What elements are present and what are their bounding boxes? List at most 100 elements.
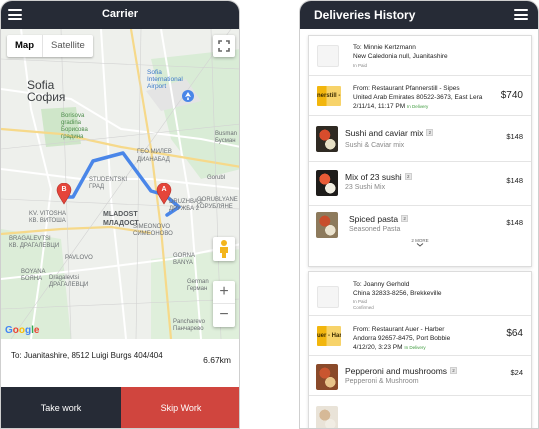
food-image (316, 406, 338, 428)
map-label-german: German Герман (187, 279, 209, 292)
item-quantity: 2 (401, 215, 409, 222)
payment-status: In Paid (353, 63, 368, 68)
item-quantity: 2 (426, 129, 434, 136)
restaurant-name: From: Restaurant Pfannerstill - Sipes (353, 85, 460, 92)
airport-icon (182, 90, 194, 102)
item-name: Spiced pasta (349, 214, 399, 224)
map-type-switcher: Map Satellite (7, 35, 93, 57)
item-price: $148 (506, 132, 523, 141)
food-image (316, 364, 338, 390)
distance-value: 6.67km (203, 355, 231, 365)
item-price: $148 (506, 218, 523, 227)
map-type-satellite[interactable]: Satellite (43, 35, 93, 57)
customer-name: To: Joanny Gerhold (353, 281, 410, 288)
delivery-status: In Delivery (406, 104, 429, 109)
zoom-control: + − (213, 281, 235, 327)
restaurant-address: United Arab Emirates 80522-3673, East Le… (353, 94, 483, 101)
map-label-studentski: STUDENTSKI ГРАД (89, 177, 128, 190)
order-total: $740 (500, 90, 523, 101)
delivery-datetime: 2/11/14, 11:17 PM In Delivery (353, 103, 428, 110)
zoom-in-button[interactable]: + (213, 281, 235, 304)
order-item: Spiced pasta 2 Seasoned Pasta $148 2 MORE (309, 206, 531, 248)
item-name: Sushi and caviar mix (345, 128, 424, 138)
delivery-restaurant-row: uer - Harb From: Restaurant Auer - Harbe… (309, 316, 531, 356)
delivery-customer-row: To: Minnie Kertzmann New Caledonia null,… (309, 36, 531, 76)
item-description: Sushi & Caviar mix (345, 142, 405, 149)
item-name-line: Spiced pasta 2 (349, 214, 409, 224)
item-quantity: 2 (404, 173, 412, 180)
item-price: $24 (510, 368, 523, 377)
restaurant-logo: nerstill - S (317, 86, 341, 106)
map-label-simeonovo: SIMEONOVO СИМЕОНОВО (133, 224, 173, 237)
map-label-gorublyane: GORUBLYANE ГОРУБЛЯНЕ (197, 197, 238, 210)
zoom-out-button[interactable]: − (213, 304, 235, 327)
destination-panel: To: Juanitashire, 8512 Luigi Burgs 404/4… (1, 339, 239, 387)
skip-work-button[interactable]: Skip Work (121, 387, 239, 428)
customer-address: New Caledonia null, Juanitashire (353, 53, 448, 60)
item-description: Pepperoni & Mushroom (345, 378, 419, 385)
delivery-customer-row: To: Joanny Gerhold China 32833-8256, Bre… (309, 272, 531, 316)
marker-b[interactable]: B (56, 182, 72, 205)
map-label-mladost: MLADOST (103, 211, 138, 218)
delivery-datetime: 4/12/20, 3:23 PM In Delivery (353, 344, 426, 351)
fullscreen-icon (218, 40, 230, 52)
item-name-line: Mix of 23 sushi 2 (345, 172, 412, 182)
order-item: Mix of 23 sushi 2 23 Sushi Mix $148 (309, 162, 531, 206)
google-attribution: Google (5, 325, 40, 336)
destination-address: To: Juanitashire, 8512 Luigi Burgs 404/4… (11, 351, 163, 360)
map-label-vitosha: KV. VITOSHA КВ. ВИТОША (29, 211, 67, 224)
street-view-button[interactable] (213, 237, 235, 261)
restaurant-logo: uer - Harb (317, 326, 341, 346)
food-image (316, 126, 338, 152)
delivery-restaurant-row: nerstill - S From: Restaurant Pfannersti… (309, 76, 531, 116)
route-map[interactable]: Map Satellite Sofia София Sofia Internat… (1, 29, 239, 339)
item-price: $148 (506, 176, 523, 185)
marker-a[interactable]: A (156, 182, 172, 205)
deliveries-history-screen: Deliveries History To: Minnie Kertzmann … (299, 0, 539, 429)
fullscreen-button[interactable] (213, 35, 235, 57)
header-title: Carrier (101, 8, 139, 20)
map-label-gorna-banya: GORNA BANYA (173, 253, 196, 266)
restaurant-name: From: Restaurant Auer - Harber (353, 326, 445, 333)
order-item: Pepperoni and mushrooms 2 Pepperoni & Mus… (309, 356, 531, 396)
item-description: Seasoned Pasta (349, 226, 401, 233)
chevron-down-icon (416, 243, 424, 247)
map-label-sofia-cyrillic: София (27, 90, 66, 104)
show-more-toggle[interactable]: 2 MORE (309, 238, 531, 248)
marker-a-label: A (161, 186, 167, 193)
order-total: $64 (506, 328, 523, 339)
map-label-boyana: BOYANA БОЯНА (21, 269, 46, 282)
customer-avatar (317, 286, 339, 308)
item-name-line: Pepperoni and mushrooms 2 (345, 366, 458, 376)
customer-name: To: Minnie Kertzmann (353, 44, 416, 51)
pegman-icon (220, 240, 228, 258)
item-name: Pepperoni and mushrooms (345, 366, 448, 376)
carrier-screen: Carrier Map Satellite Sofia София Sofia … (0, 0, 240, 429)
item-quantity: 2 (450, 367, 458, 374)
map-label-bragalevtsi: BRAGALEVTSI КВ. ДРАГАЛЕВЦИ (9, 236, 60, 249)
carrier-header: Carrier (1, 1, 239, 29)
map-label-dianabad: ДИАНАБАД (137, 157, 170, 163)
history-header: Deliveries History (300, 1, 538, 29)
delivery-card[interactable]: To: Minnie Kertzmann New Caledonia null,… (308, 35, 532, 267)
delivery-status: In Delivery (404, 345, 426, 350)
item-description: 23 Sushi Mix (345, 184, 386, 191)
restaurant-address: Andorra 92657-8475, Port Bobbie (353, 335, 451, 342)
map-label-borisova: Borisova gradina Борисова градина (61, 113, 88, 140)
take-work-button[interactable]: Take work (1, 387, 121, 428)
item-name-line: Sushi and caviar mix 2 (345, 128, 434, 138)
header-title: Deliveries History (314, 8, 416, 22)
menu-icon[interactable] (514, 9, 528, 20)
map-label-pavlovo: PAVLOVO (65, 255, 93, 261)
food-image (316, 212, 338, 238)
delivery-date: 4/12/20, 3:23 PM (353, 344, 403, 351)
map-label-busman: Busman Бусман (215, 131, 238, 144)
order-item: Sushi and caviar mix 2 Sushi & Caviar mix… (309, 116, 531, 162)
map-label-dragalevtsi: Dragalevtsi ДРАГАЛЕВЦИ (49, 275, 89, 288)
food-image (316, 170, 338, 196)
map-type-map[interactable]: Map (7, 35, 43, 57)
delivery-card[interactable]: To: Joanny Gerhold China 32833-8256, Bre… (308, 271, 532, 428)
map-label-airport: Sofia International Airport (147, 69, 183, 90)
map-label-gorubl: Gorubl (207, 175, 226, 181)
customer-avatar (317, 45, 339, 67)
